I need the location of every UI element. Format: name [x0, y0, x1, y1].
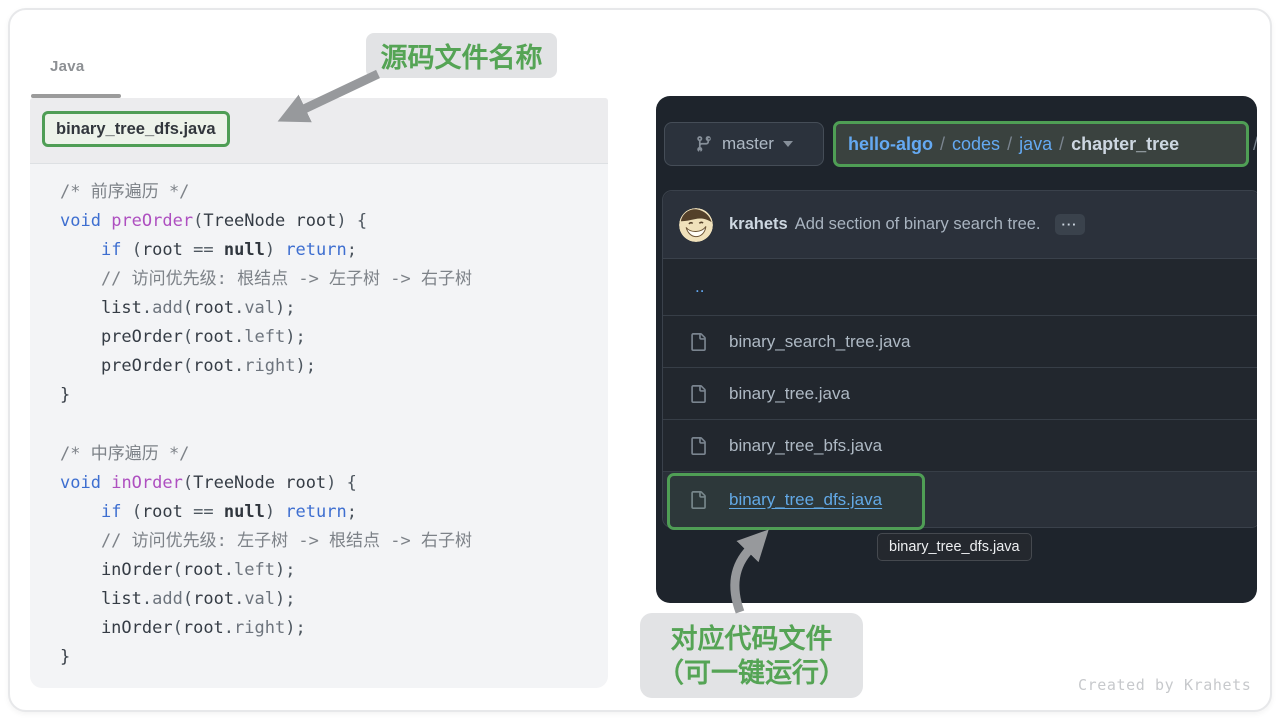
file-rows: .. binary_search_tree.java binary_tree.jav… — [663, 259, 1257, 527]
chevron-down-icon — [783, 141, 793, 147]
breadcrumb-separator: / — [1007, 134, 1012, 155]
code-line: void preOrder(TreeNode root) { — [60, 207, 472, 236]
file-row-binary_tree_dfs.java[interactable]: binary_tree_dfs.java — [663, 471, 1257, 527]
kebab-ellipsis-icon[interactable]: ··· — [1055, 214, 1085, 235]
code-line: if (root == null) return; — [60, 236, 472, 265]
file-icon — [689, 437, 707, 455]
code-line: // 访问优先级: 左子树 -> 根结点 -> 右子树 — [60, 527, 472, 556]
credit-text: Created by Krahets — [1078, 676, 1251, 694]
breadcrumb-hello-algo[interactable]: hello-algo — [848, 134, 933, 155]
file-row-parent-dir[interactable]: .. — [663, 259, 1257, 315]
tooltip: binary_tree_dfs.java — [877, 533, 1032, 561]
code-line: // 访问优先级: 根结点 -> 左子树 -> 右子树 — [60, 265, 472, 294]
file-icon — [689, 333, 707, 351]
commit-author[interactable]: krahets — [729, 215, 788, 234]
file-name[interactable]: binary_tree_dfs.java — [729, 490, 882, 510]
code-line: inOrder(root.left); — [60, 556, 472, 585]
breadcrumb-java[interactable]: java — [1019, 134, 1052, 155]
file-name[interactable]: .. — [695, 277, 704, 297]
github-file-browser: master hello-algo / codes / java / chapter_tre… — [656, 96, 1257, 603]
code-block-inorder: /* 中序遍历 */void inOrder(TreeNode root) { … — [60, 440, 472, 672]
code-line: preOrder(root.right); — [60, 352, 472, 381]
annotation-source-filename: 源码文件名称 — [366, 33, 557, 78]
breadcrumb: hello-algo / codes / java / chapter_tree — [833, 121, 1249, 167]
avatar[interactable] — [679, 208, 713, 242]
annotation-code-file-line1: 对应代码文件 — [671, 622, 833, 656]
code-block-panel: binary_tree_dfs.java /* 前序遍历 */void preO… — [30, 98, 608, 688]
file-icon — [689, 491, 707, 509]
annotation-source-filename-text: 源码文件名称 — [381, 36, 543, 75]
code-line: if (root == null) return; — [60, 498, 472, 527]
code-line: list.add(root.val); — [60, 294, 472, 323]
branch-selector-button[interactable]: master — [664, 122, 824, 166]
code-block-preorder: /* 前序遍历 */void preOrder(TreeNode root) {… — [60, 178, 472, 410]
file-name[interactable]: binary_tree.java — [729, 384, 850, 404]
commit-message[interactable]: Add section of binary search tree. — [795, 215, 1041, 234]
file-row-binary_tree_bfs.java[interactable]: binary_tree_bfs.java — [663, 419, 1257, 471]
source-filename-label: binary_tree_dfs.java — [42, 111, 230, 147]
annotation-code-file-line2: （可一键运行） — [657, 656, 846, 690]
breadcrumb-codes[interactable]: codes — [952, 134, 1000, 155]
code-line: } — [60, 381, 472, 410]
code-line: /* 中序遍历 */ — [60, 440, 472, 469]
latest-commit-row: krahets Add section of binary search tre… — [663, 191, 1257, 259]
file-row-binary_search_tree.java[interactable]: binary_search_tree.java — [663, 315, 1257, 367]
file-row-binary_tree.java[interactable]: binary_tree.java — [663, 367, 1257, 419]
code-line: inOrder(root.right); — [60, 614, 472, 643]
figure-canvas: Java binary_tree_dfs.java /* 前序遍历 */void… — [0, 0, 1280, 720]
code-line: /* 前序遍历 */ — [60, 178, 472, 207]
code-block-header: binary_tree_dfs.java — [30, 98, 608, 164]
file-list-container: krahets Add section of binary search tre… — [662, 190, 1257, 528]
code-line: list.add(root.val); — [60, 585, 472, 614]
code-line: void inOrder(TreeNode root) { — [60, 469, 472, 498]
breadcrumb-separator: / — [940, 134, 945, 155]
file-icon — [689, 385, 707, 403]
git-branch-icon — [695, 135, 713, 153]
breadcrumb-trailing-slash: / — [1253, 121, 1257, 167]
tab-java[interactable]: Java — [50, 58, 85, 75]
code-line: } — [60, 643, 472, 672]
branch-name: master — [722, 134, 774, 154]
file-name[interactable]: binary_tree_bfs.java — [729, 436, 882, 456]
code-line: preOrder(root.left); — [60, 323, 472, 352]
breadcrumb-chapter_tree: chapter_tree — [1071, 134, 1179, 155]
breadcrumb-separator: / — [1059, 134, 1064, 155]
annotation-code-file: 对应代码文件 （可一键运行） — [640, 613, 863, 698]
file-name[interactable]: binary_search_tree.java — [729, 332, 910, 352]
